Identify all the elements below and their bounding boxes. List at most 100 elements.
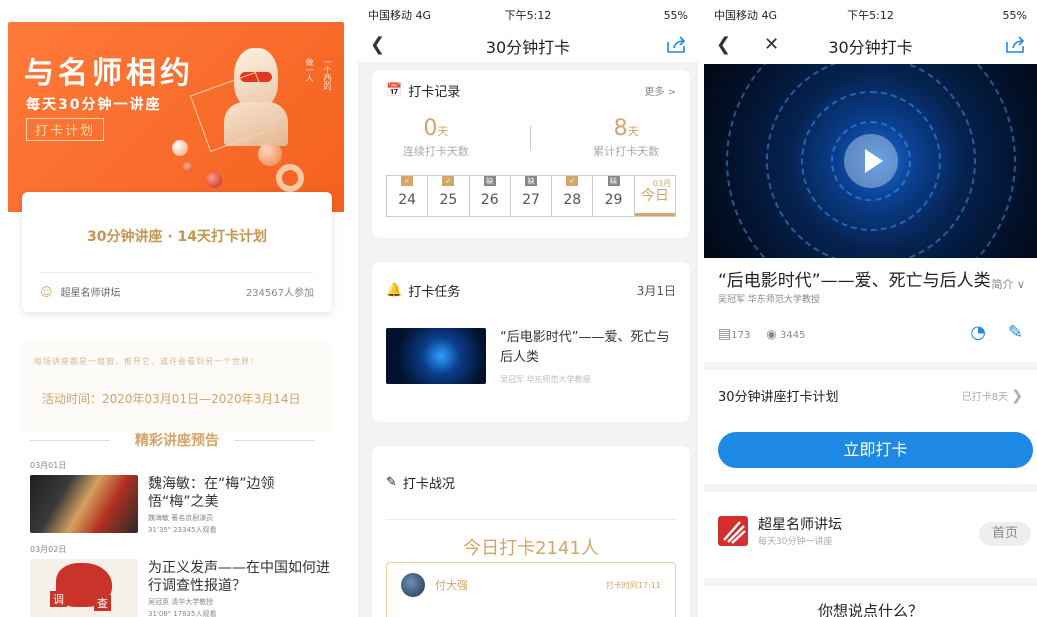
battle-title: 打卡战况 [402, 477, 455, 492]
back-icon[interactable]: ❮ [370, 34, 385, 55]
video-player[interactable] [704, 64, 1037, 258]
task-item-meta: 吴冠军 华东师范大学教授 [500, 375, 591, 384]
day-cell[interactable]: 缺 27 [511, 176, 553, 216]
nav-title: 30分钟打卡 [828, 38, 913, 57]
day-cell[interactable]: 缺 29 [593, 176, 635, 216]
play-icon[interactable] [843, 134, 898, 188]
task-date: 3月1日 [636, 283, 676, 298]
status-bar: 中国移动 4G 下午5:12 55% [358, 0, 698, 30]
consecutive-stat: 0天 连续打卡天数 [403, 116, 469, 159]
hero-banner: 与名师相约 每天30分钟一讲座 打卡计划 做一人 一个西的 [8, 22, 344, 212]
comment-icon: ▤ [718, 326, 732, 342]
view-count: 3445 [780, 330, 806, 341]
host-icon: ☺ [40, 284, 53, 299]
participant-count: 234567人参加 [245, 288, 314, 299]
close-icon[interactable]: ✕ [764, 34, 779, 55]
day-number: 29 [604, 192, 623, 208]
day-number: 28 [563, 192, 582, 208]
decor-sphere [183, 162, 193, 172]
checkin-panel: 中国移动 4G 下午5:12 55% ❮ 30分钟打卡 📅 打卡记录 更多 > … [358, 0, 698, 617]
checkin-list: 付大强 打卡时间17:11 [386, 562, 676, 617]
battery: 55% [663, 8, 689, 22]
lecture-meta: 31'35" 23345人观看 [148, 526, 217, 534]
checked-mark: ✓ [442, 176, 455, 186]
pen-icon[interactable]: ✎ [1008, 322, 1023, 343]
lecture-speaker: 吴冠英 清华大学教授 [148, 598, 214, 606]
hero-side-text-a: 做一人 [305, 58, 314, 82]
today-count: 今日打卡2141人 [463, 538, 599, 559]
headphone-icon[interactable]: ◔ [970, 322, 986, 343]
missed-mark: 缺 [524, 176, 537, 186]
record-card: 📅 打卡记录 更多 > 0天 连续打卡天数 8天 累计打卡天数 ✓ 24 ✓ 25 … [372, 70, 690, 238]
plan-card[interactable]: 30分钟讲座 · 14天打卡计划 ☺ 超星名师讲坛 234567人参加 [22, 192, 332, 312]
share-icon[interactable] [1005, 36, 1025, 54]
video-title: “后电影时代”——爱、死亡与后人类 [718, 271, 991, 291]
day-cell[interactable]: ✓ 25 [428, 176, 470, 216]
carrier: 中国移动 4G [714, 9, 778, 22]
back-icon[interactable]: ❮ [716, 34, 731, 55]
lecture-thumbnail: 调 查 [30, 559, 138, 617]
hero-tag: 打卡计划 [26, 118, 105, 141]
motto-box: 每场讲座都是一扇窗，推开它，或许会看到另一个世界！ 活动时间：2020年03月0… [22, 342, 332, 432]
comment-prompt[interactable]: 你想说点什么？ [704, 600, 1037, 617]
brand-row[interactable]: 超星名师讲坛 每天30分钟一讲座 [718, 514, 842, 547]
section-separator [704, 578, 1037, 586]
more-link[interactable]: 更多 > [644, 83, 676, 98]
plan-done-text: 已打卡8天 [961, 391, 1009, 403]
eye-icon: ◉ [766, 327, 777, 341]
brand-name: 超星名师讲坛 [758, 517, 842, 533]
day-cell[interactable]: ✓ 24 [387, 176, 429, 216]
logo-swoosh-icon [723, 520, 746, 544]
missed-mark: 缺 [483, 176, 496, 186]
battery: 55% [1002, 8, 1027, 22]
lecture-item[interactable]: 03月01日 魏海敏：在“梅”边领悟“梅”之美 魏海敏 著名京剧演员 31'35… [30, 460, 330, 535]
total-label: 累计打卡天数 [593, 145, 660, 158]
day-strip: ✓ 24 ✓ 25 缺 26 缺 27 ✓ 28 缺 29 03月 今日 [386, 175, 676, 217]
hero-side-text-b: 一个西的 [323, 58, 332, 90]
lecture-title: 为正义发声——在中国如何进行调查性报道？ [148, 560, 330, 594]
lecture-date: 03月01日 [30, 461, 67, 470]
plan-title: 30分钟讲座打卡计划 [718, 390, 839, 405]
day-number: 26 [480, 192, 499, 208]
consecutive-label: 连续打卡天数 [402, 145, 469, 158]
lecture-speaker: 魏海敏 著名京剧演员 [148, 514, 214, 522]
intro-toggle[interactable]: 简介 ∨ [991, 276, 1025, 292]
nav-bar: ❮ ✕ 30分钟打卡 [704, 30, 1037, 62]
checkin-row[interactable]: 付大强 打卡时间17:11 [387, 563, 675, 607]
share-icon[interactable] [666, 36, 686, 54]
day-cell-today[interactable]: 03月 今日 [634, 176, 675, 216]
chevron-right-icon: ❯ [1011, 387, 1023, 404]
nav-bar: ❮ 30分钟打卡 [358, 30, 698, 62]
video-stats: ▤173 ◉ 3445 [718, 326, 805, 342]
comment-stat[interactable]: ▤173 [718, 326, 750, 342]
decor-sphere [206, 172, 222, 188]
carrier: 中国移动 4G [368, 9, 432, 22]
plan-row[interactable]: 30分钟讲座打卡计划 已打卡8天 ❯ [718, 386, 1023, 406]
missed-mark: 缺 [607, 176, 620, 186]
status-time: 下午5:12 [847, 9, 894, 22]
poster-panel: 与名师相约 每天30分钟一讲座 打卡计划 做一人 一个西的 30分钟讲座 · 1… [0, 0, 350, 617]
brand-logo-icon [718, 515, 748, 546]
task-title: 打卡任务 [408, 284, 461, 300]
lecture-meta: 31'08" 17835人观看 [148, 610, 217, 617]
task-item[interactable]: “后电影时代”——爱、死亡与后人类 吴冠军 华东师范大学教授 [372, 318, 690, 395]
avatar [401, 573, 425, 597]
day-cell[interactable]: ✓ 28 [552, 176, 594, 216]
divider [530, 125, 532, 150]
checkin-button[interactable]: 立即打卡 [718, 432, 1033, 468]
day-number: 27 [522, 192, 540, 208]
decor-sphere [172, 140, 188, 156]
host-name: 超星名师讲坛 [60, 288, 121, 299]
status-bar: 中国移动 4G 下午5:12 55% [704, 0, 1037, 30]
month-label: 03月 [652, 179, 671, 188]
brand-sub: 每天30分钟一讲座 [758, 537, 833, 547]
home-button[interactable]: 首页 [979, 522, 1031, 546]
lecture-item[interactable]: 03月02日 调 查 为正义发声——在中国如何进行调查性报道？ 吴冠英 清华大学… [30, 544, 330, 617]
day-cell[interactable]: 缺 26 [470, 176, 511, 216]
nav-title: 30分钟打卡 [485, 38, 571, 57]
section-separator [704, 484, 1037, 492]
edit-icon: ✎ [386, 475, 397, 490]
status-time: 下午5:12 [504, 9, 552, 22]
decor-sphere [276, 164, 304, 192]
calendar-icon: 📅 [386, 82, 403, 98]
